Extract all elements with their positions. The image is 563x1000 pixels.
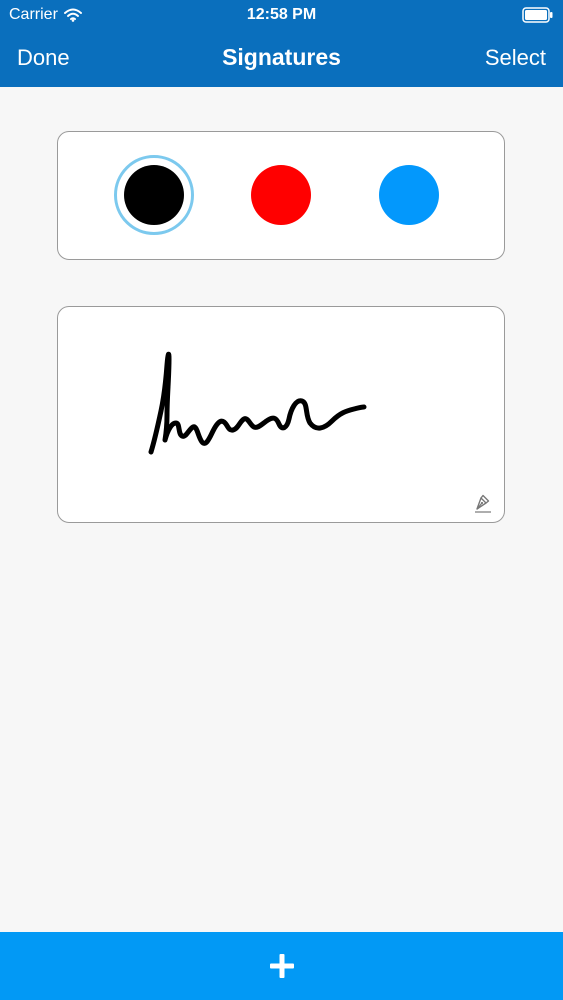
navigation-bar: Done Signatures Select xyxy=(0,30,563,87)
color-swatch-blue[interactable] xyxy=(379,165,439,225)
signature-stroke xyxy=(148,351,367,455)
status-time: 12:58 PM xyxy=(246,6,317,23)
pen-icon[interactable] xyxy=(472,492,494,514)
status-bar: Carrier 12:58 PM xyxy=(0,0,563,30)
signature-card[interactable] xyxy=(57,306,505,523)
signature-drawing xyxy=(148,351,367,455)
select-button[interactable]: Select xyxy=(485,44,546,72)
color-swatch-black[interactable] xyxy=(124,165,184,225)
color-picker-card xyxy=(57,131,505,260)
battery-icon xyxy=(522,7,554,23)
color-swatch-red[interactable] xyxy=(251,165,311,225)
plus-icon xyxy=(269,953,295,979)
add-signature-button[interactable] xyxy=(0,932,563,1000)
page-title: Signatures xyxy=(222,44,341,70)
signatures-screen: Carrier 12:58 PM Done Signatures Select xyxy=(0,0,563,1000)
top-bar: Carrier 12:58 PM Done Signatures Select xyxy=(0,0,563,87)
